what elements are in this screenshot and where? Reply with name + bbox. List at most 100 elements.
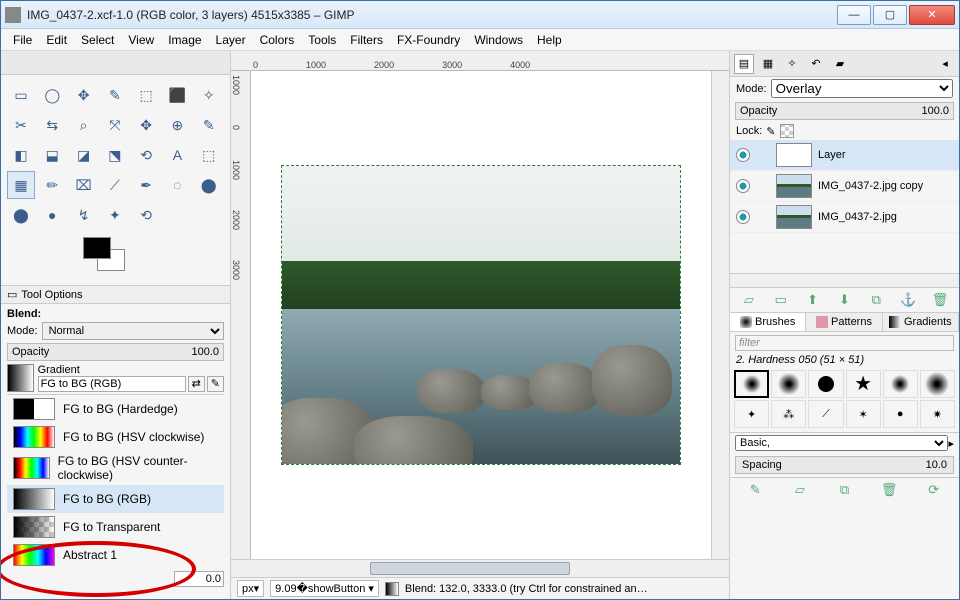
menu-select[interactable]: Select xyxy=(75,31,120,49)
brush-item[interactable]: ✶ xyxy=(846,400,881,428)
brush-item[interactable] xyxy=(734,370,769,398)
gradient-option[interactable]: FG to Transparent xyxy=(7,513,224,541)
tool-button[interactable]: ⬚ xyxy=(132,81,160,109)
menu-edit[interactable]: Edit xyxy=(40,31,73,49)
layer-action-button[interactable]: ⬆ xyxy=(805,292,821,308)
brush-spacing-slider[interactable]: Spacing 10.0 xyxy=(735,456,954,474)
layer-row[interactable]: IMG_0437-2.jpg xyxy=(730,202,959,233)
layer-mode-select[interactable]: Overlay xyxy=(771,79,953,98)
tab-channels[interactable]: ▦ xyxy=(758,54,778,74)
gradient-option[interactable]: FG to BG (HSV clockwise) xyxy=(7,423,224,451)
layer-opacity-slider[interactable]: Opacity 100.0 xyxy=(735,102,954,120)
layer-action-button[interactable]: ▭ xyxy=(773,292,789,308)
tool-button[interactable]: ◯ xyxy=(38,81,66,109)
maximize-button[interactable]: ▢ xyxy=(873,5,907,25)
tool-button[interactable]: ⬚ xyxy=(195,141,223,169)
tab-undo[interactable]: ↶ xyxy=(806,54,826,74)
brush-preset-select[interactable]: Basic, xyxy=(735,435,948,451)
tool-button[interactable]: ⟲ xyxy=(132,201,160,229)
tool-button[interactable]: ✥ xyxy=(132,111,160,139)
brush-item[interactable] xyxy=(920,370,955,398)
tab-brushes[interactable]: Brushes xyxy=(729,312,806,332)
tool-button[interactable]: ▦ xyxy=(7,171,35,199)
tool-button[interactable]: ⟋ xyxy=(101,171,129,199)
tool-button[interactable]: ⇆ xyxy=(38,111,66,139)
tab-paths[interactable]: ✧ xyxy=(782,54,802,74)
menu-view[interactable]: View xyxy=(122,31,160,49)
menu-file[interactable]: File xyxy=(7,31,38,49)
gradient-option[interactable]: Abstract 1 xyxy=(7,541,224,569)
tab-gradients[interactable]: Gradients xyxy=(882,312,959,332)
layer-visibility-icon[interactable] xyxy=(736,210,750,224)
layer-action-button[interactable]: ▱ xyxy=(741,292,757,308)
tab-histogram[interactable]: ▰ xyxy=(830,54,850,74)
offset-field[interactable] xyxy=(174,571,224,587)
brush-item[interactable] xyxy=(808,370,843,398)
tool-button[interactable]: ⬤ xyxy=(195,171,223,199)
tool-button[interactable]: ⟲ xyxy=(132,141,160,169)
menu-image[interactable]: Image xyxy=(162,31,207,49)
vertical-scrollbar[interactable] xyxy=(711,71,729,559)
gradient-reverse-icon[interactable]: ⇄ xyxy=(188,376,205,392)
menu-layer[interactable]: Layer xyxy=(210,31,252,49)
menu-colors[interactable]: Colors xyxy=(254,31,301,49)
brush-action-button[interactable]: ⟳ xyxy=(926,482,942,498)
tool-button[interactable]: ⬔ xyxy=(101,141,129,169)
tool-button[interactable]: ✏ xyxy=(38,171,66,199)
layer-row[interactable]: Layer xyxy=(730,140,959,171)
tool-button[interactable]: ● xyxy=(38,201,66,229)
brush-action-button[interactable]: ✎ xyxy=(747,482,763,498)
brush-filter-input[interactable]: filter xyxy=(735,335,954,351)
menu-fx-foundry[interactable]: FX-Foundry xyxy=(391,31,466,49)
layer-action-button[interactable]: 🗑 xyxy=(932,292,948,308)
tool-button[interactable]: ⊕ xyxy=(163,111,191,139)
color-swatches[interactable] xyxy=(1,235,230,285)
layer-visibility-icon[interactable] xyxy=(736,179,750,193)
tool-button[interactable]: ✦ xyxy=(101,201,129,229)
layer-visibility-icon[interactable] xyxy=(736,148,750,162)
lock-alpha-icon[interactable] xyxy=(780,124,794,138)
tool-button[interactable]: ✎ xyxy=(195,111,223,139)
brush-action-button[interactable]: ⧉ xyxy=(836,482,852,498)
tool-button[interactable]: ◧ xyxy=(7,141,35,169)
tool-button[interactable]: ▭ xyxy=(7,81,35,109)
brush-preset-menu-icon[interactable]: ▸ xyxy=(948,437,954,450)
menu-tools[interactable]: Tools xyxy=(302,31,342,49)
tool-button[interactable]: ◪ xyxy=(70,141,98,169)
tool-button[interactable]: ◌ xyxy=(163,171,191,199)
gradient-option[interactable]: FG to BG (Hardedge) xyxy=(7,395,224,423)
layer-action-button[interactable]: ⬇ xyxy=(836,292,852,308)
canvas[interactable] xyxy=(251,71,711,559)
minimize-button[interactable]: — xyxy=(837,5,871,25)
brush-item[interactable]: ⟋ xyxy=(808,400,843,428)
brush-action-button[interactable]: ▱ xyxy=(792,482,808,498)
tool-button[interactable]: ✧ xyxy=(195,81,223,109)
menu-windows[interactable]: Windows xyxy=(468,31,529,49)
tool-button[interactable]: ⌧ xyxy=(70,171,98,199)
brush-item[interactable]: ⁂ xyxy=(771,400,806,428)
layers-hscroll[interactable] xyxy=(730,273,959,287)
gradient-edit-icon[interactable]: ✎ xyxy=(207,376,224,392)
brush-action-button[interactable]: 🗑 xyxy=(881,482,897,498)
gradient-option[interactable]: FG to BG (RGB) xyxy=(7,485,224,513)
layer-row[interactable]: IMG_0437-2.jpg copy xyxy=(730,171,959,202)
dock-menu-icon[interactable]: ◂ xyxy=(935,54,955,74)
unit-select[interactable]: px ▾ xyxy=(237,580,264,597)
zoom-field[interactable]: 9.09�showButton ▾ xyxy=(270,580,379,597)
tool-button[interactable]: A xyxy=(163,141,191,169)
brush-item[interactable]: ★ xyxy=(846,370,881,398)
menu-filters[interactable]: Filters xyxy=(344,31,389,49)
tool-button[interactable]: ✂ xyxy=(7,111,35,139)
layer-action-button[interactable]: ⚓ xyxy=(900,292,916,308)
tool-button[interactable]: ⤧ xyxy=(101,111,129,139)
horizontal-scrollbar[interactable] xyxy=(231,559,729,577)
tool-button[interactable]: ↯ xyxy=(70,201,98,229)
tab-layers[interactable]: ▤ xyxy=(734,54,754,74)
tool-button[interactable]: ✎ xyxy=(101,81,129,109)
menu-help[interactable]: Help xyxy=(531,31,568,49)
tool-button[interactable]: ✥ xyxy=(70,81,98,109)
gradient-option[interactable]: FG to BG (HSV counter-clockwise) xyxy=(7,451,224,485)
fg-color-swatch[interactable] xyxy=(83,237,111,259)
brush-item[interactable] xyxy=(883,370,918,398)
lock-pixels-icon[interactable]: ✎ xyxy=(766,125,775,138)
